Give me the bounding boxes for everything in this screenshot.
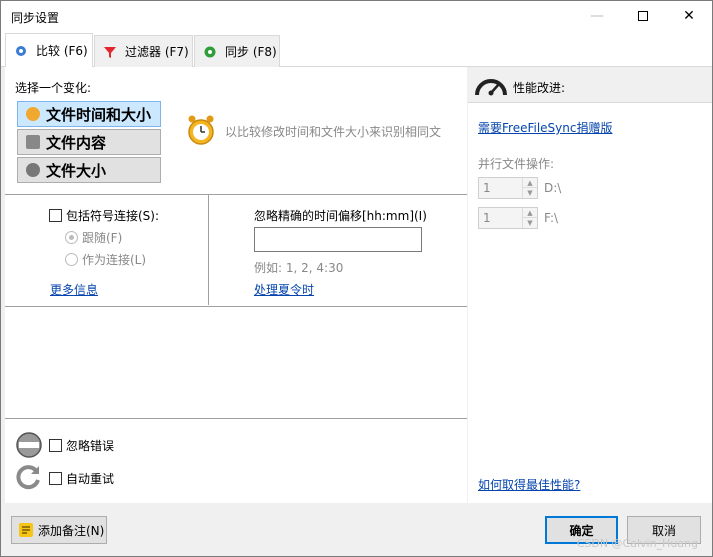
alarm-clock-icon [188,115,214,145]
tab-compare-label: 比较 (F6) [36,44,88,58]
parallel-ops-label: 并行文件操作: [478,157,555,171]
variant-description: 以比较修改时间和文件大小来识别相同文 [225,125,442,139]
variant-time-size-label: 文件时间和大小 [46,105,152,124]
dialog-footer: 添加备注(N) 确定 取消 CSDN @Calvin_Huang [1,504,712,556]
spin-down-icon[interactable]: ▼ [522,188,537,198]
ignore-errors-icon [16,432,42,458]
parallel-ops-spinner-f[interactable]: 1 ▲ ▼ [478,207,538,229]
add-note-button[interactable]: 添加备注(N) [11,516,107,544]
variant-content-button[interactable]: 文件内容 [17,129,161,155]
donation-link[interactable]: 需要FreeFileSync捐赠版 [478,119,612,136]
radio-as-link[interactable] [65,253,78,266]
variant-content-label: 文件内容 [46,133,107,152]
auto-retry-checkbox[interactable] [49,472,62,485]
variant-size-button[interactable]: 文件大小 [17,157,161,183]
time-offset-example: 例如: 1, 2, 4:30 [254,261,344,275]
variant-time-size-button[interactable]: 文件时间和大小 [17,101,161,127]
drive-d-label: D:\ [544,181,562,195]
file-size-icon [26,163,40,177]
green-gear-icon [204,46,216,57]
radio-follow-row[interactable]: 跟随(F) [65,229,122,246]
time-offset-input[interactable] [254,227,422,252]
auto-retry-row[interactable]: 自动重试 [49,470,114,487]
note-icon [19,523,33,537]
cancel-label: 取消 [651,523,676,538]
window-title: 同步设置 [11,11,60,25]
select-variant-label: 选择一个变化: [15,81,92,95]
watermark: CSDN @Calvin_Huang [576,537,698,550]
tab-compare[interactable]: 比较 (F6) [5,33,93,67]
auto-retry-label: 自动重试 [66,472,115,486]
sync-settings-dialog: 同步设置 — ✕ 比较 (F6) 过滤器 (F7) 同步 (F8) 选择一个变化… [0,0,713,557]
title-bar: 同步设置 — ✕ [1,1,712,31]
best-performance-link[interactable]: 如何取得最佳性能? [478,476,580,493]
dst-link[interactable]: 处理夏令时 [254,281,314,298]
ignore-errors-checkbox[interactable] [49,439,62,452]
funnel-icon [104,46,116,58]
section-divider-3 [5,418,467,419]
time-offset-label: 忽略精确的时间偏移[hh:mm](I) [254,209,427,223]
maximize-icon [638,11,648,21]
add-note-label: 添加备注(N) [38,523,105,538]
minimize-button[interactable]: — [574,1,620,31]
minimize-icon: — [590,8,604,24]
column-divider [208,195,209,305]
performance-header: 性能改进: [468,67,712,103]
spin-up-icon[interactable]: ▲ [522,178,537,188]
include-symlinks-checkbox[interactable] [49,209,62,222]
radio-follow[interactable] [65,231,78,244]
include-symlinks-row[interactable]: 包括符号连接(S): [49,207,159,224]
radio-follow-label: 跟随(F) [82,231,123,245]
gear-icon [16,45,26,56]
radio-as-link-row[interactable]: 作为连接(L) [65,251,146,268]
clock-icon [26,107,40,121]
ok-label: 确定 [569,523,594,538]
tab-filter[interactable]: 过滤器 (F7) [94,35,193,67]
retry-icon [16,465,40,490]
spin-down-icon[interactable]: ▼ [522,218,537,228]
section-divider-2 [5,306,467,307]
ignore-errors-label: 忽略错误 [66,439,115,453]
radio-as-link-label: 作为连接(L) [82,253,147,267]
ignore-errors-row[interactable]: 忽略错误 [49,437,114,454]
file-content-icon [26,135,40,149]
close-button[interactable]: ✕ [666,1,712,31]
compare-panel: 选择一个变化: 文件时间和大小 文件内容 文件大小 以比较修改时间和文件大小来识… [5,67,467,503]
tab-sync-label: 同步 (F8) [225,45,277,59]
performance-title: 性能改进: [513,81,566,95]
maximize-button[interactable] [620,1,666,31]
tab-filter-label: 过滤器 (F7) [125,45,189,59]
spin-up-icon[interactable]: ▲ [522,208,537,218]
tab-sync[interactable]: 同步 (F8) [194,35,280,67]
speedometer-icon [475,79,507,96]
variant-size-label: 文件大小 [46,161,107,180]
performance-panel: 性能改进: 需要FreeFileSync捐赠版 并行文件操作: 1 ▲ ▼ D:… [468,67,712,503]
parallel-ops-spinner-d[interactable]: 1 ▲ ▼ [478,177,538,199]
more-info-link[interactable]: 更多信息 [50,281,98,298]
section-divider [5,194,467,195]
include-symlinks-label: 包括符号连接(S): [66,209,160,223]
drive-f-label: F:\ [544,211,559,225]
close-icon: ✕ [683,8,695,24]
